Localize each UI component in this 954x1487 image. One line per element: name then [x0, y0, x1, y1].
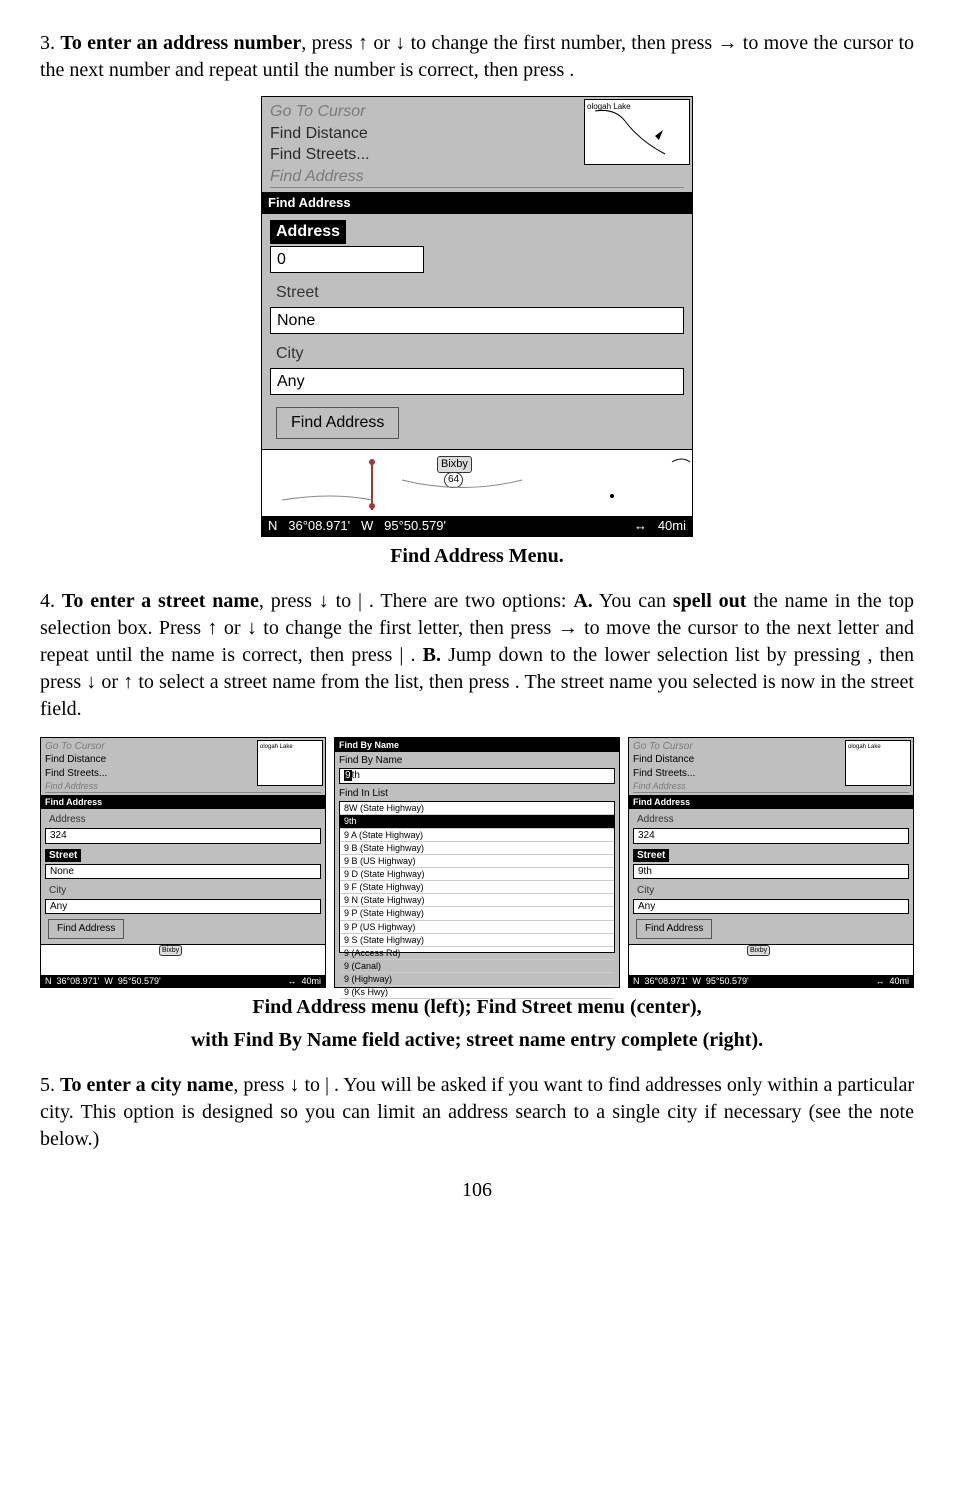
find-address-button[interactable]: Find Address [276, 407, 399, 439]
window-title: Find Address [41, 795, 325, 809]
context-menu-right: Go To Cursor Find Distance Find Streets.… [629, 738, 913, 796]
city-input[interactable]: Any [45, 899, 321, 915]
find-address-button[interactable]: Find Address [48, 919, 124, 939]
street-input[interactable]: None [45, 864, 321, 880]
street-label: Street [270, 281, 325, 305]
city-label: City [270, 342, 310, 366]
find-in-list-label: Find In List [339, 787, 615, 801]
list-item[interactable]: 9 F (State Highway) [340, 881, 614, 894]
list-item[interactable]: 9 P (US Highway) [340, 921, 614, 934]
street-input[interactable]: None [270, 307, 684, 335]
page-number: 106 [40, 1177, 914, 1204]
find-address-screenshot-large: Go To Cursor Find Distance Find Streets.… [261, 96, 693, 537]
find-address-button[interactable]: Find Address [636, 919, 712, 939]
street-label: Street [45, 849, 81, 863]
find-by-name-center: Find By Name Find By Name 9th Find In Li… [334, 737, 620, 988]
window-title: Find By Name [335, 738, 619, 752]
form-center: Find By Name 9th Find In List 8W (State … [335, 752, 619, 987]
figure2-caption-line1: Find Address menu (left); Find Street me… [40, 994, 914, 1021]
list-item[interactable]: 9 S (State Highway) [340, 934, 614, 947]
list-item[interactable]: 9 B (US Highway) [340, 855, 614, 868]
scale-arrows-icon: ↔ [875, 976, 884, 986]
list-item[interactable]: 9 P (State Highway) [340, 907, 614, 920]
list-item[interactable]: 9th [340, 815, 614, 828]
figure2-caption-line2: with Find By Name field active; street n… [40, 1027, 914, 1054]
find-by-name-label: Find By Name [339, 754, 615, 768]
triple-screenshot-row: Go To Cursor Find Distance Find Streets.… [40, 737, 914, 988]
find-address-form: Address 0 Street None City Any Find Addr… [262, 214, 692, 449]
context-menu: Go To Cursor Find Distance Find Streets.… [262, 97, 692, 192]
address-label: Address [633, 813, 678, 827]
list-item[interactable]: 9 N (State Highway) [340, 894, 614, 907]
status-bar: N 36°08.971' W 95°50.579' ↔ 40mi [262, 516, 692, 536]
list-item[interactable]: 9 (Access Rd) [340, 947, 614, 960]
find-address-right: Go To Cursor Find Distance Find Streets.… [628, 737, 914, 988]
find-address-left: Go To Cursor Find Distance Find Streets.… [40, 737, 326, 988]
status-bar-left: N 36°08.971' W 95°50.579' ↔ 40mi [41, 975, 325, 987]
address-input[interactable]: 324 [633, 828, 909, 844]
map-lines-icon [262, 450, 692, 516]
list-item[interactable]: 9 (Canal) [340, 960, 614, 973]
name-input[interactable]: 9th [339, 768, 615, 784]
scale-arrows-icon: ↔ [287, 976, 296, 986]
form-left: Address 324 Street None City Any Find Ad… [41, 809, 325, 944]
city-label: City [45, 884, 70, 898]
list-item[interactable]: 9 (Highway) [340, 973, 614, 986]
city-input[interactable]: Any [270, 368, 684, 396]
figure1-caption: Find Address Menu. [40, 543, 914, 570]
town-label-bixby: Bixby [747, 945, 770, 956]
menu-item-find-address[interactable]: Find Address [270, 166, 684, 189]
lake-outline-icon [585, 106, 681, 156]
scale-arrows-icon: ↔ [634, 518, 647, 533]
window-title: Find Address [262, 192, 692, 214]
map-strip-right: Bixby [629, 944, 913, 975]
town-label-bixby: Bixby [159, 945, 182, 956]
street-input[interactable]: 9th [633, 864, 909, 880]
mini-map-preview: ologah Lake [845, 740, 911, 786]
list-item[interactable]: 9 B (State Highway) [340, 842, 614, 855]
mini-map-preview: ologah Lake [257, 740, 323, 786]
list-item[interactable]: 8W (State Highway) [340, 802, 614, 815]
step4-paragraph: 4. To enter a street name, press ↓ to | … [40, 588, 914, 723]
list-item[interactable]: 9 A (State Highway) [340, 829, 614, 842]
context-menu-left: Go To Cursor Find Distance Find Streets.… [41, 738, 325, 796]
map-strip-left: Bixby [41, 944, 325, 975]
street-list[interactable]: 8W (State Highway)9th9 A (State Highway)… [339, 801, 615, 953]
city-label: City [633, 884, 658, 898]
address-input[interactable]: 324 [45, 828, 321, 844]
step3-paragraph: 3. To enter an address number, press ↑ o… [40, 30, 914, 84]
map-strip: Bixby 64 [262, 449, 692, 516]
city-input[interactable]: Any [633, 899, 909, 915]
mini-map-preview: ologah Lake [584, 99, 690, 165]
window-title: Find Address [629, 795, 913, 809]
street-label: Street [633, 849, 669, 863]
list-item[interactable]: 9 D (State Highway) [340, 868, 614, 881]
step5-paragraph: 5. To enter a city name, press ↓ to | . … [40, 1072, 914, 1153]
address-input[interactable]: 0 [270, 246, 424, 274]
address-label: Address [45, 813, 90, 827]
status-bar-right: N 36°08.971' W 95°50.579' ↔ 40mi [629, 975, 913, 987]
form-right: Address 324 Street 9th City Any Find Add… [629, 809, 913, 944]
address-label: Address [270, 220, 346, 244]
